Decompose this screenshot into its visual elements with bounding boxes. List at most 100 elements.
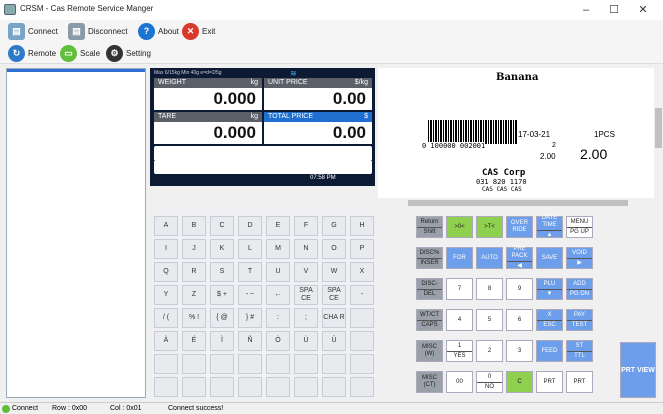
key-4-2[interactable]: { @ (210, 308, 234, 328)
key-5-0[interactable]: À (154, 331, 178, 351)
fkey-3-2[interactable]: 5 (476, 309, 503, 331)
fkey-3-0[interactable]: WT/CT CAPS (416, 309, 443, 331)
key-5-6[interactable]: Ü (322, 331, 346, 351)
setting-button[interactable]: ⚙ Setting (106, 44, 151, 62)
key-4-5[interactable]: ; (294, 308, 318, 328)
fkey-5-3[interactable]: C (506, 371, 533, 393)
fkey-1-2[interactable]: AUTO (476, 247, 503, 269)
key-6-5[interactable] (294, 354, 318, 374)
key-1-4[interactable]: M (266, 239, 290, 259)
fkey-2-5[interactable]: ADD PG DN (566, 278, 593, 300)
fkey-0-4[interactable]: DATE TIME ▲ (536, 215, 563, 238)
key-4-6[interactable]: CHA R (322, 308, 346, 328)
exit-button[interactable]: ✕ Exit (182, 22, 215, 40)
key-5-4[interactable]: Ò (266, 331, 290, 351)
key-6-0[interactable] (154, 354, 178, 374)
key-0-0[interactable]: A (154, 216, 178, 236)
key-3-5[interactable]: SPA CE (294, 285, 318, 305)
key-3-6[interactable]: SPA CE (322, 285, 346, 305)
key-1-0[interactable]: I (154, 239, 178, 259)
fkey-1-0[interactable]: DISC% INSER (416, 247, 443, 269)
key-4-7[interactable] (350, 308, 374, 328)
fkey-3-1[interactable]: 4 (446, 309, 473, 331)
key-3-0[interactable]: Y (154, 285, 178, 305)
fkey-2-0[interactable]: DISC- DEL (416, 278, 443, 300)
fkey-2-4[interactable]: PLU ▼ (536, 278, 563, 300)
fkey-1-3[interactable]: PRE PACK ◀ (506, 246, 533, 269)
fkey-1-5[interactable]: VOID ▶ (566, 247, 593, 269)
key-3-2[interactable]: $ + (210, 285, 234, 305)
fkey-5-1[interactable]: 00 (446, 371, 473, 393)
key-4-1[interactable]: % ! (182, 308, 206, 328)
key-7-1[interactable] (182, 377, 206, 397)
key-3-3[interactable]: - ~ (238, 285, 262, 305)
key-3-7[interactable]: - (350, 285, 374, 305)
key-0-3[interactable]: D (238, 216, 262, 236)
key-4-3[interactable]: } # (238, 308, 262, 328)
key-3-1[interactable]: Z (182, 285, 206, 305)
fkey-0-2[interactable]: >T< (476, 216, 503, 238)
fkey-5-5[interactable]: PRT (566, 371, 593, 393)
key-2-3[interactable]: T (238, 262, 262, 282)
key-6-2[interactable] (210, 354, 234, 374)
fkey-2-2[interactable]: 8 (476, 278, 503, 300)
key-7-7[interactable] (350, 377, 374, 397)
fkey-2-1[interactable]: 7 (446, 278, 473, 300)
minimize-button[interactable]: – (575, 2, 597, 18)
scale-button[interactable]: ▭ Scale (60, 44, 100, 62)
key-5-7[interactable] (350, 331, 374, 351)
key-1-7[interactable]: P (350, 239, 374, 259)
key-6-3[interactable] (238, 354, 262, 374)
fkey-3-4[interactable]: X ESC (536, 309, 563, 331)
fkey-4-4[interactable]: FEED (536, 340, 563, 362)
fkey-5-2[interactable]: 0 NO (476, 371, 503, 393)
remote-button[interactable]: ↻ Remote (8, 44, 56, 62)
key-2-7[interactable]: X (350, 262, 374, 282)
fkey-0-0[interactable]: Return Shift (416, 216, 443, 238)
key-1-3[interactable]: L (238, 239, 262, 259)
disconnect-button[interactable]: ▤ Disconnect (68, 22, 128, 40)
close-button[interactable]: ✕ (632, 2, 654, 18)
key-6-4[interactable] (266, 354, 290, 374)
fkey-4-5[interactable]: ST TTL (566, 340, 593, 362)
fkey-3-3[interactable]: 6 (506, 309, 533, 331)
device-list[interactable] (6, 68, 146, 398)
key-7-0[interactable] (154, 377, 178, 397)
key-2-4[interactable]: U (266, 262, 290, 282)
key-6-7[interactable] (350, 354, 374, 374)
fkey-1-1[interactable]: FOR (446, 247, 473, 269)
key-0-4[interactable]: E (266, 216, 290, 236)
key-5-3[interactable]: Ñ (238, 331, 262, 351)
key-1-2[interactable]: K (210, 239, 234, 259)
key-6-6[interactable] (322, 354, 346, 374)
key-2-2[interactable]: S (210, 262, 234, 282)
fkey-4-1[interactable]: 1 YES (446, 340, 473, 362)
key-4-0[interactable]: / ( (154, 308, 178, 328)
key-7-5[interactable] (294, 377, 318, 397)
fkey-5-0[interactable]: MISC (CT) (416, 371, 443, 393)
selected-row[interactable] (7, 69, 145, 72)
fkey-0-5[interactable]: MENU PG UP (566, 216, 593, 238)
key-0-1[interactable]: B (182, 216, 206, 236)
connect-button[interactable]: ▤ Connect (8, 22, 58, 40)
key-2-1[interactable]: R (182, 262, 206, 282)
vertical-scrollbar[interactable] (654, 68, 663, 208)
key-6-1[interactable] (182, 354, 206, 374)
fkey-5-4[interactable]: PRT (536, 371, 563, 393)
key-7-4[interactable] (266, 377, 290, 397)
key-1-5[interactable]: N (294, 239, 318, 259)
fkey-0-3[interactable]: OVER RIDE (506, 216, 533, 238)
fkey-3-5[interactable]: PAY TEST (566, 309, 593, 331)
key-2-0[interactable]: Q (154, 262, 178, 282)
key-5-1[interactable]: É (182, 331, 206, 351)
key-1-6[interactable]: O (322, 239, 346, 259)
key-7-6[interactable] (322, 377, 346, 397)
fkey-2-3[interactable]: 9 (506, 278, 533, 300)
maximize-button[interactable]: ☐ (603, 2, 625, 18)
fkey-4-2[interactable]: 2 (476, 340, 503, 362)
key-0-7[interactable]: H (350, 216, 374, 236)
fkey-1-4[interactable]: SAVE (536, 247, 563, 269)
fkey-0-1[interactable]: >0< (446, 216, 473, 238)
key-3-4[interactable]: ← (266, 285, 290, 305)
key-7-3[interactable] (238, 377, 262, 397)
